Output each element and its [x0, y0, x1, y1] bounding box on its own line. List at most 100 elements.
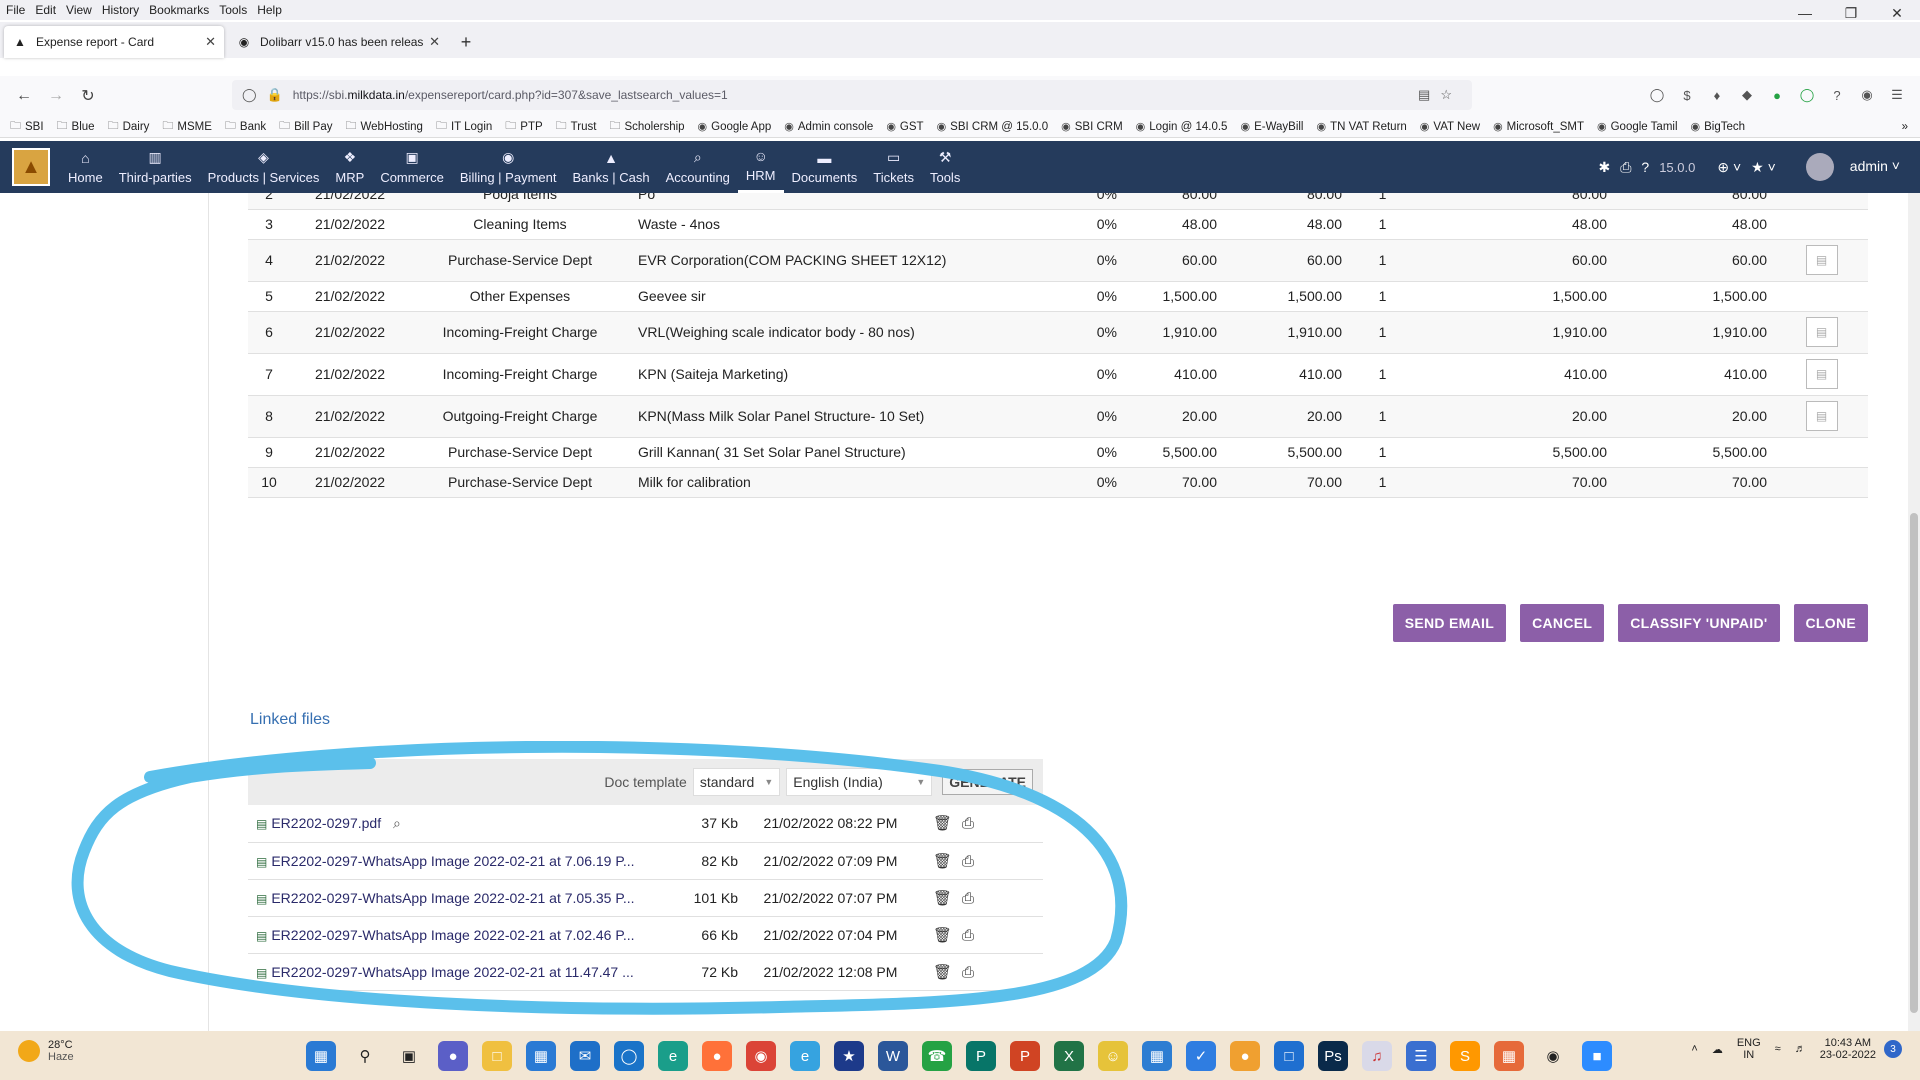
menu-help[interactable]: Help — [257, 3, 282, 17]
sublime-icon[interactable]: S — [1450, 1041, 1480, 1071]
bookmark-item[interactable]: ◉ SBI CRM @ 15.0.0 — [937, 120, 1049, 134]
word-icon[interactable]: W — [878, 1041, 908, 1071]
print-icon[interactable]: ⎙ — [962, 927, 974, 944]
bookmark-item[interactable]: 🗀 IT Login — [436, 117, 492, 136]
cloud-icon[interactable]: ☁ — [1712, 1043, 1723, 1056]
page-scrollbar[interactable] — [1908, 193, 1920, 1031]
close-tab-icon[interactable]: ✕ — [205, 34, 216, 50]
menu-mrp[interactable]: ❖ MRP — [327, 141, 372, 193]
bookmark-item[interactable]: ◉ GST — [886, 120, 923, 134]
whatsapp-icon[interactable]: ☎ — [922, 1041, 952, 1071]
menu-third-parties[interactable]: ▥ Third-parties — [111, 141, 200, 193]
bookmark-item[interactable]: 🗀 Blue — [57, 117, 95, 136]
publisher-icon[interactable]: P — [966, 1041, 996, 1071]
ie-icon[interactable]: e — [790, 1041, 820, 1071]
print-icon[interactable]: ⎙ — [962, 964, 974, 981]
trash-icon[interactable]: 🗑 — [933, 964, 952, 981]
menu-banks-cash[interactable]: ▲ Banks | Cash — [564, 141, 657, 193]
edge-icon[interactable]: e — [658, 1041, 688, 1071]
start-icon[interactable]: ▦ — [306, 1041, 336, 1071]
cancel-button[interactable]: CANCEL — [1520, 604, 1605, 642]
extension-icon[interactable]: ♦ — [1704, 82, 1730, 108]
lock-icon[interactable]: 🔒 — [267, 87, 283, 103]
excel-icon[interactable]: X — [1054, 1041, 1084, 1071]
firefox-icon[interactable]: ● — [702, 1041, 732, 1071]
wifi-icon[interactable]: ≈ — [1775, 1043, 1781, 1055]
dollar-extension-icon[interactable]: $ — [1674, 82, 1700, 108]
user-menu[interactable]: admin ˅ — [1796, 153, 1900, 181]
file-link[interactable]: ER2202-0297-WhatsApp Image 2022-02-21 at… — [271, 853, 634, 869]
url-bar[interactable]: ◯ 🔒 https://sbi.milkdata.in/expenserepor… — [232, 80, 1472, 110]
bookmarks-star-icon[interactable]: ★ ˅ — [1751, 159, 1776, 176]
bookmark-item[interactable]: ◉ SBI CRM — [1061, 120, 1123, 134]
file-explorer-icon[interactable]: □ — [482, 1041, 512, 1071]
trash-icon[interactable]: 🗑 — [933, 890, 952, 907]
bookmark-item[interactable]: ◉ Microsoft_SMT — [1493, 120, 1584, 134]
send-email-button[interactable]: SEND EMAIL — [1392, 604, 1507, 642]
clock[interactable]: 10:43 AM 23-02-2022 — [1820, 1037, 1876, 1061]
menu-hrm[interactable]: ☺ HRM — [737, 141, 784, 193]
new-tab-button[interactable]: + — [452, 26, 480, 58]
more-bookmarks-icon[interactable]: » — [1902, 121, 1908, 133]
bookmark-item[interactable]: ◉ Login @ 14.0.5 — [1136, 120, 1228, 134]
notification-badge[interactable]: 3 — [1884, 1040, 1902, 1058]
language-select[interactable]: English (India) ▼ — [786, 768, 933, 796]
shield-icon[interactable]: ◯ — [242, 87, 257, 103]
bookmark-star-icon[interactable]: ☆ — [1440, 87, 1452, 103]
teams-chat-icon[interactable]: ● — [438, 1041, 468, 1071]
app-icon[interactable]: ★ — [834, 1041, 864, 1071]
bookmark-item[interactable]: 🗀 WebHosting — [346, 117, 423, 136]
whatsapp-icon[interactable]: ● — [1764, 82, 1790, 108]
menu-bookmarks[interactable]: Bookmarks — [149, 3, 209, 17]
generate-button[interactable]: GENERATE — [942, 769, 1033, 795]
print-icon[interactable]: ⎙ — [962, 815, 974, 832]
preview-magnifier-icon[interactable]: ⌕ — [389, 815, 401, 831]
bookmark-item[interactable]: ◉ Admin console — [784, 120, 873, 134]
todo-icon[interactable]: ✓ — [1186, 1041, 1216, 1071]
bookmark-item[interactable]: 🗀 PTP — [505, 117, 542, 136]
app-icon[interactable]: ▦ — [1142, 1041, 1172, 1071]
app-icon[interactable]: □ — [1274, 1041, 1304, 1071]
menu-tools[interactable]: ⚒ Tools — [922, 141, 968, 193]
menu-billing-payment[interactable]: ◉ Billing | Payment — [452, 141, 565, 193]
menu-file[interactable]: File — [6, 3, 25, 17]
scrollbar-thumb[interactable] — [1910, 513, 1918, 1013]
menu-icon[interactable]: ☰ — [1884, 82, 1910, 108]
itunes-icon[interactable]: ♫ — [1362, 1041, 1392, 1071]
bookmark-item[interactable]: ◉ E-WayBill — [1240, 120, 1303, 134]
extension-icon[interactable]: ◉ — [1854, 82, 1880, 108]
task-view-icon[interactable]: ▣ — [394, 1041, 424, 1071]
bookmark-item[interactable]: ◉ Google Tamil — [1597, 120, 1678, 134]
help-icon[interactable]: ? — [1824, 82, 1850, 108]
url-text[interactable]: https://sbi.milkdata.in/expensereport/ca… — [293, 88, 1418, 102]
trash-icon[interactable]: 🗑 — [933, 927, 952, 944]
menu-commerce[interactable]: ▣ Commerce — [372, 141, 452, 193]
menu-home[interactable]: ⌂ Home — [60, 141, 111, 193]
store-icon[interactable]: ▦ — [526, 1041, 556, 1071]
app-icon[interactable]: ● — [1230, 1041, 1260, 1071]
menu-view[interactable]: View — [66, 3, 92, 17]
print-icon[interactable]: ⎙ — [962, 890, 974, 907]
notepad-icon[interactable]: ☰ — [1406, 1041, 1436, 1071]
close-tab-icon[interactable]: ✕ — [429, 34, 440, 50]
template-select[interactable]: standard ▼ — [692, 768, 781, 796]
bookmark-item[interactable]: 🗀 MSME — [162, 117, 212, 136]
attachment-thumbnail-icon[interactable]: ▤ — [1805, 317, 1838, 347]
bookmark-item[interactable]: 🗀 Scholership — [609, 117, 684, 136]
bookmark-item[interactable]: ◉ BigTech — [1691, 120, 1746, 134]
extension-icon[interactable]: ◆ — [1734, 82, 1760, 108]
weather-widget[interactable]: 28°C Haze — [18, 1039, 74, 1063]
quick-add-icon[interactable]: ⊕ ˅ — [1717, 159, 1741, 176]
file-link[interactable]: ER2202-0297-WhatsApp Image 2022-02-21 at… — [271, 964, 633, 980]
powerpoint-icon[interactable]: P — [1010, 1041, 1040, 1071]
bookmark-item[interactable]: 🗀 Dairy — [108, 117, 150, 136]
file-link[interactable]: ER2202-0297.pdf — [271, 815, 381, 831]
attachment-thumbnail-icon[interactable]: ▤ — [1805, 245, 1838, 275]
pocket-icon[interactable]: ◯ — [1644, 82, 1670, 108]
chrome-icon[interactable]: ◉ — [746, 1041, 776, 1071]
menu-accounting[interactable]: ⌕ Accounting — [658, 141, 738, 193]
menu-tools[interactable]: Tools — [219, 3, 247, 17]
help-icon[interactable]: ? — [1641, 159, 1649, 175]
app-icon[interactable]: ☺ — [1098, 1041, 1128, 1071]
bookmark-item[interactable]: 🗀 Bill Pay — [279, 117, 332, 136]
